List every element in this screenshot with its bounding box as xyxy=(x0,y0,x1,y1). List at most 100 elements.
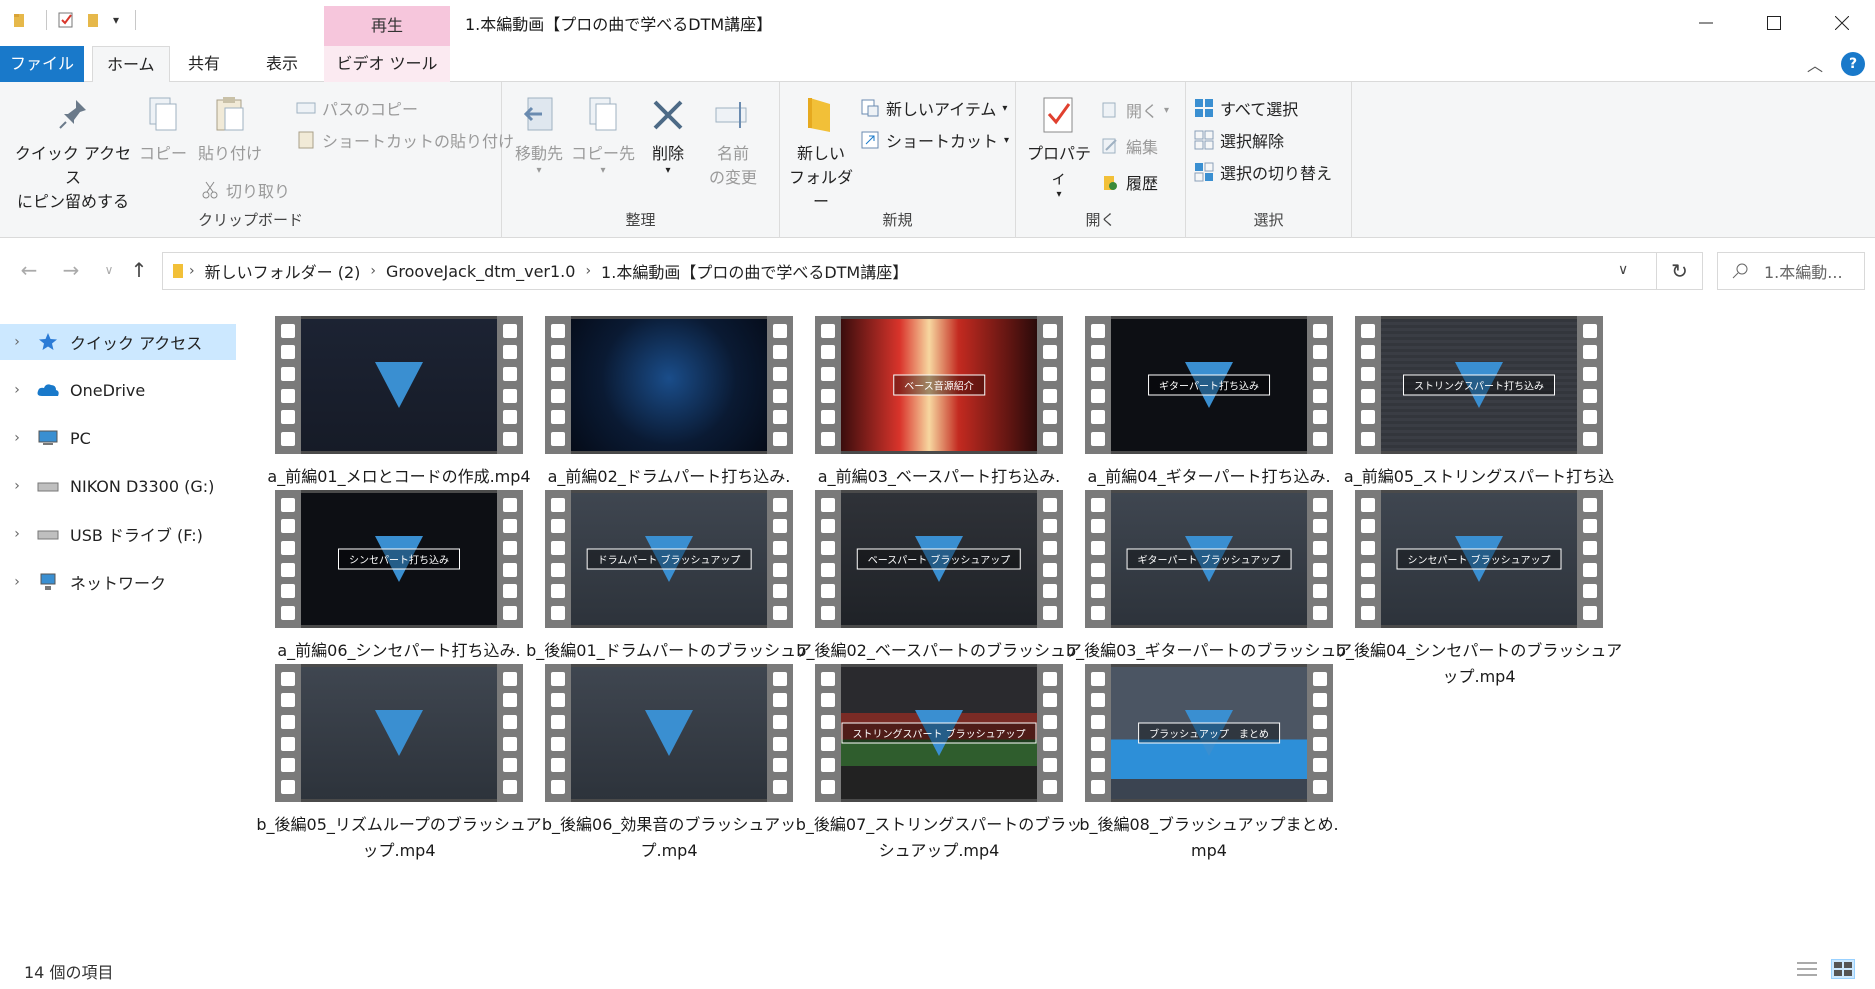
recent-locations-button[interactable]: ∨ xyxy=(94,254,124,286)
collapse-ribbon-icon[interactable]: ︿ xyxy=(1807,52,1823,76)
move-to-button[interactable]: 移動先 ▾ xyxy=(510,94,568,176)
help-icon[interactable]: ? xyxy=(1841,52,1865,76)
tab-share[interactable]: 共有 xyxy=(174,46,234,82)
breadcrumb-item[interactable]: GrooveJack_dtm_ver1.0 xyxy=(386,262,575,281)
folder-icon xyxy=(14,14,24,27)
chevron-right-icon[interactable]: › xyxy=(0,574,34,590)
copy-path-button[interactable]: パスのコピー xyxy=(296,96,418,120)
history-button[interactable]: 履歴 xyxy=(1100,170,1158,194)
pc-icon xyxy=(34,428,62,448)
new-shortcut-button[interactable]: ショートカット ▾ xyxy=(860,128,1009,152)
film-hole xyxy=(1091,519,1105,534)
tab-video-tools[interactable]: ビデオ ツール xyxy=(324,46,450,82)
paste-button[interactable]: 貼り付け xyxy=(192,94,268,166)
back-button[interactable]: ← xyxy=(14,254,44,286)
film-hole xyxy=(281,780,295,795)
breadcrumb-separator-icon: › xyxy=(189,263,195,279)
new-item-label: 新しいアイテム xyxy=(886,100,997,119)
film-hole xyxy=(1313,693,1327,708)
chevron-right-icon[interactable]: › xyxy=(0,334,34,350)
new-folder-icon[interactable] xyxy=(85,11,103,29)
new-folder-button[interactable]: 新しい フォルダー xyxy=(784,94,858,214)
film-strip-holes xyxy=(1355,316,1381,454)
chevron-right-icon[interactable]: › xyxy=(0,382,34,398)
chevron-right-icon[interactable]: › xyxy=(0,430,34,446)
invert-selection-button[interactable]: 選択の切り替え xyxy=(1194,160,1332,184)
film-hole xyxy=(281,562,295,577)
new-item-button[interactable]: 新しいアイテム ▾ xyxy=(860,96,1007,120)
edit-button[interactable]: 編集 xyxy=(1100,134,1158,158)
close-icon xyxy=(1835,16,1849,30)
properties-check-icon xyxy=(1043,97,1073,133)
maximize-icon xyxy=(1767,16,1781,30)
address-bar[interactable]: › 新しいフォルダー (2) › GrooveJack_dtm_ver1.0 ›… xyxy=(162,252,1657,290)
video-thumbnail xyxy=(545,664,793,802)
shortcut-dropdown-icon: ▾ xyxy=(1004,134,1010,146)
organize-group-label: 整理 xyxy=(625,211,656,229)
copy-path-icon xyxy=(296,102,316,114)
select-none-button[interactable]: 選択解除 xyxy=(1194,128,1284,152)
forward-button[interactable]: → xyxy=(56,254,86,286)
video-thumbnail: シンセパート打ち込み xyxy=(275,490,523,628)
copy-label: コピー xyxy=(138,144,187,163)
refresh-button[interactable]: ↻ xyxy=(1657,252,1703,290)
pin-to-quick-access-button[interactable]: クイック アクセス にピン留めする xyxy=(8,94,138,214)
film-hole xyxy=(1583,584,1597,599)
customize-toolbar-icon[interactable]: ▾ xyxy=(113,13,119,27)
cut-button[interactable]: 切り取り xyxy=(200,178,290,202)
chevron-right-icon[interactable]: › xyxy=(0,526,34,542)
film-hole xyxy=(1091,715,1105,730)
open-button[interactable]: 開く ▾ xyxy=(1100,98,1169,122)
nav-item-usb-drive[interactable]: › USB ドライブ (F:) xyxy=(0,516,236,552)
properties-button[interactable]: プロパティ ▾ xyxy=(1022,94,1096,200)
film-hole xyxy=(551,758,565,773)
film-hole xyxy=(281,715,295,730)
film-hole xyxy=(1091,758,1105,773)
select-all-button[interactable]: すべて選択 xyxy=(1194,96,1298,120)
copy-to-button[interactable]: コピー先 ▾ xyxy=(570,94,636,176)
video-thumbnail xyxy=(275,664,523,802)
video-frame-caption: ドラムパート ブラッシュアップ xyxy=(586,548,752,570)
copy-button[interactable]: コピー xyxy=(138,94,188,166)
up-button[interactable]: ↑ xyxy=(124,254,154,286)
forward-arrow-icon: → xyxy=(62,258,80,282)
minimize-button[interactable] xyxy=(1672,0,1740,46)
details-view-icon[interactable] xyxy=(1795,959,1819,979)
ribbon-controls: ︿ ? xyxy=(1807,52,1865,76)
film-hole xyxy=(1091,584,1105,599)
paste-shortcut-button[interactable]: ショートカットの貼り付け xyxy=(296,128,514,152)
delete-label: 削除 xyxy=(651,144,684,163)
close-button[interactable] xyxy=(1808,0,1875,46)
search-box[interactable]: 1.本編動... xyxy=(1717,252,1865,290)
nav-item-pc[interactable]: › PC xyxy=(0,420,236,456)
rename-button[interactable]: 名前 の変更 xyxy=(702,94,764,190)
select-all-label: すべて選択 xyxy=(1220,100,1299,119)
chevron-right-icon[interactable]: › xyxy=(0,478,34,494)
file-tile[interactable]: ブラッシュアップ まとめ b_後編08_ブラッシュアップまとめ. mp4 xyxy=(1048,642,1370,860)
tab-home[interactable]: ホーム xyxy=(92,46,170,83)
film-hole xyxy=(551,736,565,751)
breadcrumb-item[interactable]: 1.本編動画【プロの曲で学べるDTM講座】 xyxy=(601,259,908,283)
tab-file[interactable]: ファイル xyxy=(0,46,84,82)
nav-item-network[interactable]: › ネットワーク xyxy=(0,564,236,600)
film-hole xyxy=(1361,497,1375,512)
film-strip-holes xyxy=(275,316,301,454)
film-hole xyxy=(1361,323,1375,338)
film-hole xyxy=(1361,388,1375,403)
nav-item-nikon-drive[interactable]: › NIKON D3300 (G:) xyxy=(0,468,236,504)
nav-item-quick-access[interactable]: › クイック アクセス xyxy=(0,324,236,360)
nav-item-onedrive[interactable]: › OneDrive xyxy=(0,372,236,408)
film-hole xyxy=(1313,758,1327,773)
address-dropdown-icon[interactable]: ∨ xyxy=(1618,262,1628,278)
maximize-button[interactable] xyxy=(1740,0,1808,46)
tab-view[interactable]: 表示 xyxy=(252,46,312,82)
refresh-icon: ↻ xyxy=(1671,259,1688,283)
nav-item-label: OneDrive xyxy=(70,380,146,400)
large-icons-view-icon[interactable] xyxy=(1831,959,1855,979)
new-group-label: 新規 xyxy=(882,211,913,229)
properties-icon[interactable] xyxy=(57,11,75,29)
scissors-icon xyxy=(202,181,218,199)
breadcrumb-item[interactable]: 新しいフォルダー (2) xyxy=(205,259,361,283)
delete-button[interactable]: 削除 ▾ xyxy=(642,94,694,176)
film-hole xyxy=(1091,388,1105,403)
